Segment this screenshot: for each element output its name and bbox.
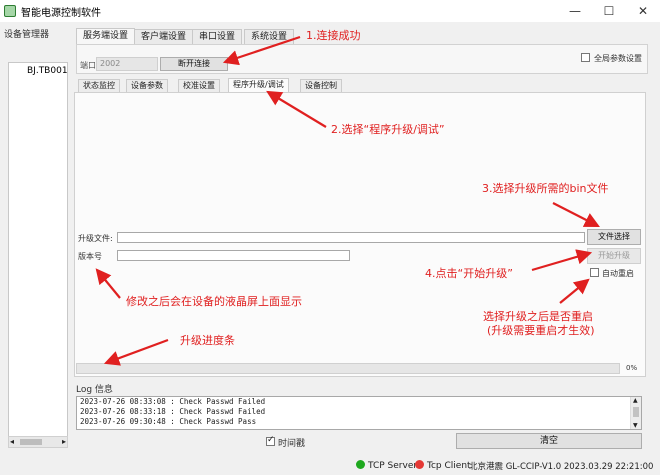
device-tree-item[interactable]: BJ.TB001: [27, 66, 68, 76]
tab-status-monitor[interactable]: 状态监控: [78, 79, 120, 92]
disconnect-button[interactable]: 断开连接: [160, 57, 228, 71]
tab-system-settings[interactable]: 系统设置: [244, 29, 295, 45]
clear-log-button[interactable]: 清空: [456, 433, 642, 449]
log-label: Log 信息: [76, 385, 113, 395]
global-params-checkbox[interactable]: [581, 53, 590, 62]
device-tree[interactable]: BJ.TB001: [8, 62, 68, 448]
tab-client-settings[interactable]: 客户端设置: [134, 29, 194, 45]
tcp-server-label: TCP Server: [368, 461, 418, 471]
tcp-client-led-icon: [415, 460, 424, 469]
version-label: 版本号: [78, 252, 102, 261]
log-scrollbar[interactable]: ▲ ▼: [630, 397, 641, 429]
scroll-left-icon[interactable]: ◂: [10, 437, 14, 446]
annotation-version-note: 修改之后会在设备的液晶屏上面显示: [126, 295, 302, 308]
log-line: 2023-07-26 08:33:08 : Check Passwd Faile…: [80, 397, 266, 406]
upgrade-progress-text: 0%: [626, 364, 638, 372]
log-box[interactable]: 2023-07-26 08:33:08 : Check Passwd Faile…: [76, 396, 642, 430]
port-input[interactable]: 2002: [96, 57, 158, 71]
file-select-button[interactable]: 文件选择: [587, 229, 641, 245]
close-button[interactable]: ✕: [626, 0, 660, 22]
tab-device-params[interactable]: 设备参数: [126, 79, 168, 92]
scroll-thumb[interactable]: [20, 439, 42, 445]
version-info: 北京港震 GL-CCIP-V1.0 2023.03.29 22:21:00: [469, 462, 654, 472]
tab-serial-settings[interactable]: 串口设置: [192, 29, 243, 45]
device-manager-panel: 设备管理器 BJ.TB001 ◂ ▸: [0, 22, 70, 452]
annotation-restart-note-2: (升级需要重启才生效): [487, 324, 595, 337]
tcp-server-led-icon: [356, 460, 365, 469]
version-input[interactable]: [117, 250, 350, 261]
auto-restart-label: 自动重启: [602, 269, 634, 278]
annotation-step1: 1.连接成功: [306, 29, 361, 42]
annotation-progress-note: 升级进度条: [180, 334, 235, 347]
tab-calibration[interactable]: 校准设置: [178, 79, 220, 92]
window-title: 智能电源控制软件: [21, 7, 101, 19]
title-bar: 智能电源控制软件 — ☐ ✕: [0, 0, 660, 22]
timestamp-checkbox[interactable]: [266, 435, 275, 446]
tab-server-settings[interactable]: 服务端设置: [76, 28, 136, 44]
upgrade-file-input[interactable]: [117, 232, 585, 243]
timestamp-label: 时间戳: [278, 439, 306, 449]
annotation-step3: 3.选择升级所需的bin文件: [482, 182, 609, 195]
scroll-right-icon[interactable]: ▸: [62, 437, 66, 446]
minimize-button[interactable]: —: [558, 0, 592, 22]
log-scroll-thumb[interactable]: [633, 407, 639, 417]
upgrade-file-label: 升级文件:: [78, 234, 113, 243]
tab-device-control[interactable]: 设备控制: [300, 79, 342, 92]
global-params-label: 全局参数设置: [594, 54, 642, 63]
annotation-step2: 2.选择“程序升级/调试”: [331, 123, 445, 136]
device-manager-label: 设备管理器: [4, 30, 50, 40]
annotation-step4: 4.点击“开始升级”: [425, 267, 513, 280]
start-upgrade-button[interactable]: 开始升级: [587, 248, 641, 264]
window-controls: — ☐ ✕: [558, 0, 660, 22]
log-line: 2023-07-26 08:33:18 : Check Passwd Faile…: [80, 407, 266, 416]
port-label: 端口: [80, 61, 96, 70]
device-tree-scrollbar[interactable]: ◂ ▸: [8, 436, 68, 448]
maximize-button[interactable]: ☐: [592, 0, 626, 22]
scroll-down-icon[interactable]: ▼: [633, 422, 638, 429]
tab-firmware-upgrade[interactable]: 程序升级/调试: [228, 78, 289, 92]
tcp-client-label: Tcp Client: [427, 461, 471, 471]
upgrade-progress-bar: [76, 363, 620, 374]
tcp-client-status: Tcp Client: [415, 460, 471, 471]
status-bar: TCP Server Tcp Client 北京港震 GL-CCIP-V1.0 …: [0, 455, 660, 475]
auto-restart-checkbox[interactable]: [590, 268, 599, 277]
tcp-server-status: TCP Server: [356, 460, 417, 471]
log-line: 2023-07-26 09:30:48 : Check Passwd Pass: [80, 417, 257, 426]
scroll-up-icon[interactable]: ▲: [633, 397, 638, 404]
app-icon: [4, 5, 16, 17]
